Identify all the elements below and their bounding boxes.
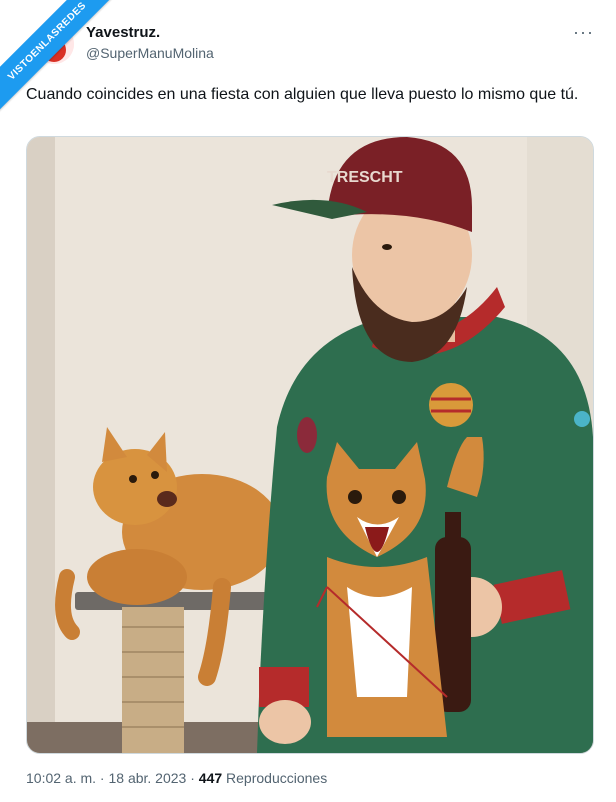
photo-illustration: TRESCHT xyxy=(27,137,593,753)
user-info: Yavestruz. @SuperManuMolina xyxy=(86,24,214,62)
timestamp[interactable]: 10:02 a. m. · 18 abr. 2023 · xyxy=(26,770,195,786)
more-horizontal-icon[interactable]: ··· xyxy=(573,22,594,43)
views-count: 447 xyxy=(198,770,223,786)
tweet-photo[interactable]: TRESCHT xyxy=(26,136,594,754)
cap-text: TRESCHT xyxy=(327,169,403,186)
user-handle[interactable]: @SuperManuMolina xyxy=(86,44,214,62)
display-name[interactable]: Yavestruz. xyxy=(86,24,214,42)
views-label: Reproducciones xyxy=(226,770,328,786)
watermark-text: VISTOENLASREDES xyxy=(5,0,89,83)
tweet-text: Cuando coincides en una fiesta con algui… xyxy=(26,86,579,103)
tweet-meta: 10:02 a. m. · 18 abr. 2023 · 447 Reprodu… xyxy=(26,770,327,786)
